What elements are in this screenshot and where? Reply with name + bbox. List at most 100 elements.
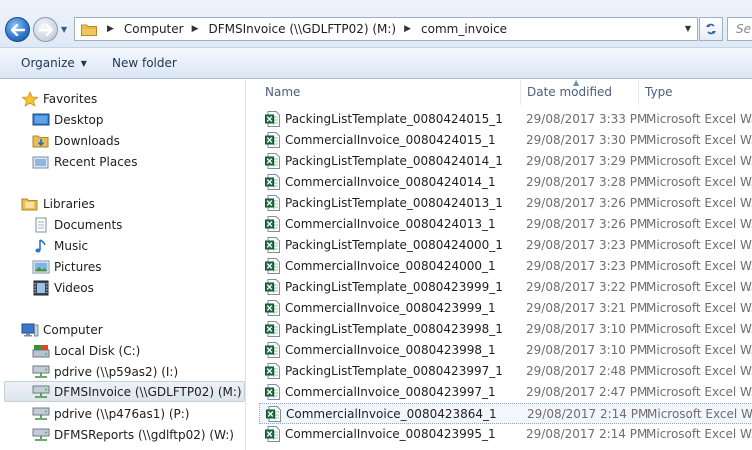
- refresh-button[interactable]: [699, 17, 723, 41]
- nav-drive-w[interactable]: DFMSReports (\\gdlftp02) (W:): [32, 424, 234, 445]
- nav-downloads[interactable]: Downloads: [32, 130, 120, 151]
- nav-pictures[interactable]: Pictures: [32, 256, 102, 277]
- file-date-modified: 29/08/2017 3:26 PM: [526, 196, 648, 210]
- file-row[interactable]: CommercialInvoice_0080423998_1 29/08/2017…: [259, 340, 752, 361]
- column-name-label: Name: [265, 85, 301, 99]
- navigation-pane: Favorites Desktop Downloads Recent Place…: [0, 80, 246, 450]
- nav-videos-label: Videos: [54, 280, 94, 295]
- column-header-type[interactable]: Type: [639, 80, 752, 105]
- file-row[interactable]: CommercialInvoice_0080424014_1 29/08/2017…: [259, 172, 752, 193]
- file-row[interactable]: CommercialInvoice_0080423997_1 29/08/2017…: [259, 382, 752, 403]
- file-row[interactable]: CommercialInvoice_0080424013_1 29/08/2017…: [259, 214, 752, 235]
- file-type: Microsoft Excel W...: [646, 427, 752, 441]
- search-placeholder: Se: [736, 22, 751, 36]
- address-history-dropdown[interactable]: ▼: [685, 24, 691, 33]
- nav-recent-places[interactable]: Recent Places: [32, 151, 137, 172]
- file-name: PackingListTemplate_0080424013_1: [285, 196, 503, 210]
- nav-drive-p[interactable]: pdrive (\\p476as1) (P:): [32, 403, 189, 424]
- file-type: Microsoft Excel W...: [646, 217, 752, 231]
- excel-file-icon: [265, 195, 280, 211]
- file-date-modified: 29/08/2017 3:30 PM: [526, 133, 648, 147]
- file-row[interactable]: CommercialInvoice_0080423999_1 29/08/2017…: [259, 298, 752, 319]
- excel-file-icon: [265, 426, 280, 442]
- nav-drive-label: DFMSReports (\\gdlftp02) (W:): [54, 427, 234, 442]
- breadcrumb-separator[interactable]: ▶: [396, 24, 421, 34]
- file-name: PackingListTemplate_0080424015_1: [285, 112, 503, 126]
- file-type: Microsoft Excel W...: [646, 259, 752, 273]
- file-type: Microsoft Excel W...: [646, 112, 752, 126]
- file-row[interactable]: PackingListTemplate_0080423999_1 29/08/20…: [259, 277, 752, 298]
- nav-drive-label: pdrive (\\p59as2) (I:): [54, 364, 179, 379]
- file-row[interactable]: CommercialInvoice_0080423995_1 29/08/2017…: [259, 424, 752, 445]
- forward-button[interactable]: [33, 17, 58, 42]
- excel-file-icon: [265, 279, 280, 295]
- network-drive-icon: [32, 385, 50, 398]
- file-name: CommercialInvoice_0080424013_1: [285, 217, 496, 231]
- file-name: CommercialInvoice_0080424015_1: [285, 133, 496, 147]
- address-bar[interactable]: ▶ Computer ▶ DFMSInvoice (\\GDLFTP02) (M…: [74, 17, 698, 41]
- file-date-modified: 29/08/2017 2:14 PM: [526, 427, 648, 441]
- file-date-modified: 29/08/2017 3:23 PM: [526, 259, 648, 273]
- file-row[interactable]: PackingListTemplate_0080424000_1 29/08/20…: [259, 235, 752, 256]
- excel-file-icon: [265, 363, 280, 379]
- chevron-down-icon: ▼: [80, 59, 87, 68]
- excel-file-icon: [265, 258, 280, 274]
- breadcrumb-drive[interactable]: DFMSInvoice (\\GDLFTP02) (M:): [209, 18, 397, 40]
- file-row[interactable]: PackingListTemplate_0080424015_1 29/08/20…: [259, 109, 752, 130]
- nav-drive-i[interactable]: pdrive (\\p59as2) (I:): [32, 361, 178, 382]
- new-folder-button[interactable]: New folder: [112, 56, 177, 70]
- file-name: CommercialInvoice_0080424000_1: [285, 259, 496, 273]
- file-date-modified: 29/08/2017 3:29 PM: [526, 154, 648, 168]
- file-row[interactable]: CommercialInvoice_0080423864_1 29/08/2017…: [259, 403, 752, 424]
- column-header-date-modified[interactable]: Date modified: [521, 80, 639, 105]
- star-icon: [21, 90, 39, 107]
- file-type: Microsoft Excel W...: [646, 238, 752, 252]
- search-input[interactable]: Se: [727, 17, 752, 41]
- file-row[interactable]: PackingListTemplate_0080424013_1 29/08/20…: [259, 193, 752, 214]
- file-row[interactable]: PackingListTemplate_0080423997_1 29/08/20…: [259, 361, 752, 382]
- nav-drive-label: Local Disk (C:): [54, 343, 141, 358]
- nav-desktop[interactable]: Desktop: [32, 109, 104, 130]
- file-date-modified: 29/08/2017 2:47 PM: [526, 385, 648, 399]
- back-arrow-icon: [10, 23, 25, 36]
- breadcrumb-computer[interactable]: Computer: [124, 18, 184, 40]
- pictures-icon: [32, 260, 50, 273]
- recent-pages-dropdown[interactable]: ▼: [61, 26, 71, 34]
- videos-icon: [33, 280, 49, 295]
- breadcrumb-folder[interactable]: comm_invoice: [421, 18, 507, 40]
- excel-file-icon: [266, 406, 281, 422]
- file-name: PackingListTemplate_0080423998_1: [285, 322, 503, 336]
- back-button[interactable]: [5, 17, 30, 42]
- nav-drive-c[interactable]: Local Disk (C:): [32, 340, 140, 361]
- file-row[interactable]: CommercialInvoice_0080424000_1 29/08/2017…: [259, 256, 752, 277]
- file-type: Microsoft Excel W...: [647, 407, 752, 421]
- column-header-name[interactable]: Name: [259, 80, 521, 105]
- nav-music[interactable]: Music: [32, 235, 88, 256]
- nav-favorites[interactable]: Favorites: [21, 88, 97, 109]
- file-row[interactable]: PackingListTemplate_0080424014_1 29/08/20…: [259, 151, 752, 172]
- nav-drive-m[interactable]: DFMSInvoice (\\GDLFTP02) (M:): [4, 381, 245, 402]
- desktop-icon: [32, 113, 50, 125]
- music-note-icon: [35, 238, 46, 252]
- breadcrumb-separator[interactable]: ▶: [103, 24, 124, 34]
- organize-button[interactable]: Organize ▼: [21, 56, 87, 70]
- nav-documents-label: Documents: [54, 217, 123, 232]
- file-type: Microsoft Excel W...: [646, 364, 752, 378]
- nav-desktop-label: Desktop: [54, 112, 104, 127]
- file-name: PackingListTemplate_0080423999_1: [285, 280, 503, 294]
- breadcrumb-separator[interactable]: ▶: [184, 24, 209, 34]
- nav-documents[interactable]: Documents: [32, 214, 122, 235]
- breadcrumb-label: comm_invoice: [421, 22, 508, 36]
- nav-libraries[interactable]: Libraries: [21, 193, 95, 214]
- file-date-modified: 29/08/2017 3:10 PM: [526, 343, 648, 357]
- excel-file-icon: [265, 132, 280, 148]
- file-date-modified: 29/08/2017 3:22 PM: [526, 280, 648, 294]
- file-type: Microsoft Excel W...: [646, 280, 752, 294]
- file-row[interactable]: PackingListTemplate_0080423998_1 29/08/20…: [259, 319, 752, 340]
- file-name: PackingListTemplate_0080424014_1: [285, 154, 503, 168]
- nav-videos[interactable]: Videos: [32, 277, 94, 298]
- nav-computer[interactable]: Computer: [21, 319, 103, 340]
- file-type: Microsoft Excel W...: [646, 385, 752, 399]
- file-date-modified: 29/08/2017 3:23 PM: [526, 238, 648, 252]
- file-row[interactable]: CommercialInvoice_0080424015_1 29/08/2017…: [259, 130, 752, 151]
